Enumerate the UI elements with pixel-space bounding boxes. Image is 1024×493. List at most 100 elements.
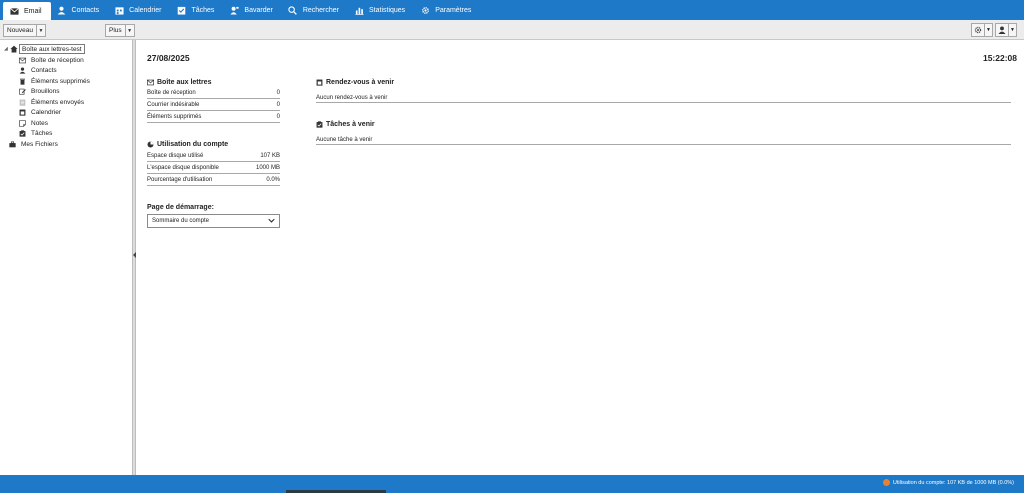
folder-tree-sidebar: ◢ Boîte aux lettres-test Boîte de récept… (0, 40, 133, 475)
sent-icon (18, 99, 27, 106)
tasks-title-text: Tâches à venir (326, 121, 375, 128)
nav-tasks[interactable]: Tâches (170, 0, 223, 20)
tasks-icon (316, 121, 326, 128)
row-label: Pourcentage d'utilisation (147, 177, 213, 183)
appointments-empty-row: Aucun rendez-vous à venir (316, 93, 1011, 103)
nav-statistics-label: Statistiques (369, 6, 406, 14)
mailbox-row: Éléments supprimés 0 (147, 112, 280, 123)
sidebar-item-label: Contacts (31, 67, 57, 74)
tasks-icon (176, 5, 186, 15)
nav-chat[interactable]: Bavarder (223, 0, 281, 20)
toolbar: Nouveau ▼ Plus ▼ ▼ ▼ (0, 20, 1024, 40)
appointments-title-text: Rendez-vous à venir (326, 79, 395, 86)
usage-row: L'espace disque disponible 1000 MB (147, 163, 280, 174)
briefcase-icon (8, 140, 17, 148)
envelope-icon (147, 79, 157, 86)
more-button[interactable]: Plus ▼ (105, 24, 135, 37)
row-label: Boîte de réception (147, 90, 196, 96)
row-label: L'espace disque disponible (147, 165, 219, 171)
draft-icon (18, 88, 27, 95)
nav-chat-label: Bavarder (244, 6, 273, 14)
sidebar-item-sent[interactable]: Éléments envoyés (18, 97, 84, 107)
bar-chart-icon (354, 5, 364, 15)
mailbox-row: Boîte de réception 0 (147, 88, 280, 99)
account-usage-title-text: Utilisation du compte (157, 141, 229, 148)
nav-statistics[interactable]: Statistiques (348, 0, 414, 20)
nav-calendar[interactable]: Calendrier (108, 0, 170, 20)
usage-pie-icon (882, 479, 890, 486)
row-value: 107 KB (260, 153, 280, 159)
sidebar-item-label: Brouillons (31, 88, 60, 95)
chat-icon (229, 5, 239, 15)
nav-search[interactable]: Rechercher (282, 0, 348, 20)
collapse-arrow-icon[interactable] (133, 252, 136, 258)
startup-page-select[interactable]: Sommaire du compte (147, 214, 280, 228)
mailbox-root-label: Boîte aux lettres-test (19, 44, 85, 54)
row-label: Éléments supprimés (147, 114, 202, 120)
sidebar-item-notes[interactable]: Notes (18, 118, 48, 128)
sidebar-item-label: Notes (31, 119, 48, 127)
person-icon (18, 67, 27, 74)
mailbox-row: Courrier indésirable 0 (147, 100, 280, 111)
chevron-down-icon[interactable]: ▼ (984, 24, 992, 36)
account-usage-status-text: Utilisation du compte: 107 KB de 1000 MB… (892, 479, 1014, 486)
person-icon (57, 5, 67, 15)
nav-email[interactable]: Email (3, 2, 51, 20)
row-value: 1000 MB (255, 165, 280, 171)
sidebar-item-inbox[interactable]: Boîte de réception (18, 55, 84, 65)
chevron-down-icon[interactable]: ▼ (36, 25, 45, 36)
status-bar: Utilisation du compte: 107 KB de 1000 MB… (0, 475, 1024, 493)
home-icon (10, 45, 19, 53)
nav-contacts-label: Contacts (71, 6, 100, 14)
chevron-down-icon[interactable]: ▼ (124, 25, 134, 36)
current-time: 15:22:08 (982, 53, 1017, 63)
row-value: 0 (276, 102, 280, 108)
sidebar-item-deleted[interactable]: Éléments supprimés (18, 76, 90, 86)
nav-search-label: Rechercher (302, 6, 339, 14)
account-summary-panel: 27/08/2025 15:22:08 Boîte aux lettres Bo… (137, 40, 1024, 475)
sidebar-item-label: Éléments supprimés (31, 77, 90, 85)
tasks-empty-text: Aucune tâche à venir (316, 136, 373, 143)
usage-row: Espace disque utilisé 107 KB (147, 151, 280, 162)
pie-chart-icon (147, 141, 157, 148)
envelope-icon (9, 6, 19, 16)
nav-settings-label: Paramètres (435, 6, 472, 14)
sidebar-item-label: Mes Fichiers (21, 140, 58, 148)
account-usage-status: Utilisation du compte: 107 KB de 1000 MB… (882, 479, 1014, 486)
nav-calendar-label: Calendrier (129, 6, 162, 14)
settings-menu-button[interactable]: ▼ (971, 23, 993, 37)
startup-page-selected: Sommaire du compte (152, 218, 210, 224)
inbox-icon (18, 57, 27, 64)
tasks-section-title: Tâches à venir (316, 121, 375, 128)
sidebar-item-my-files[interactable]: Mes Fichiers (8, 139, 58, 149)
tasks-icon (18, 130, 27, 137)
current-date: 27/08/2025 (147, 53, 190, 63)
top-nav-bar: Email Contacts Calendrier Tâches Bavarde… (0, 0, 1024, 20)
calendar-icon (18, 109, 27, 116)
sidebar-item-calendar[interactable]: Calendrier (18, 108, 61, 118)
mailbox-title-text: Boîte aux lettres (157, 79, 212, 86)
sidebar-item-label: Boîte de réception (31, 56, 84, 64)
new-button-label: Nouveau (7, 27, 34, 34)
mailbox-root[interactable]: ◢ Boîte aux lettres-test (4, 44, 85, 54)
note-icon (18, 119, 27, 127)
new-button[interactable]: Nouveau ▼ (3, 24, 47, 37)
appointments-empty-text: Aucun rendez-vous à venir (316, 94, 388, 101)
sidebar-item-label: Calendrier (31, 109, 61, 116)
nav-settings[interactable]: Paramètres (414, 0, 480, 20)
account-usage-section-title: Utilisation du compte (147, 141, 228, 148)
sidebar-item-contacts[interactable]: Contacts (18, 66, 57, 76)
user-menu-button[interactable]: ▼ (995, 23, 1017, 37)
sidebar-item-drafts[interactable]: Brouillons (18, 87, 60, 97)
calendar-icon (316, 79, 326, 86)
appointments-section-title: Rendez-vous à venir (316, 79, 394, 86)
search-icon (288, 5, 298, 15)
chevron-down-icon[interactable]: ▼ (1008, 24, 1016, 36)
trash-icon (18, 78, 27, 85)
calendar-icon (114, 5, 124, 15)
nav-tasks-label: Tâches (191, 6, 215, 14)
sidebar-splitter[interactable] (133, 40, 136, 475)
sidebar-item-tasks[interactable]: Tâches (18, 129, 52, 139)
nav-contacts[interactable]: Contacts (51, 0, 109, 20)
sidebar-item-label: Tâches (31, 130, 53, 137)
